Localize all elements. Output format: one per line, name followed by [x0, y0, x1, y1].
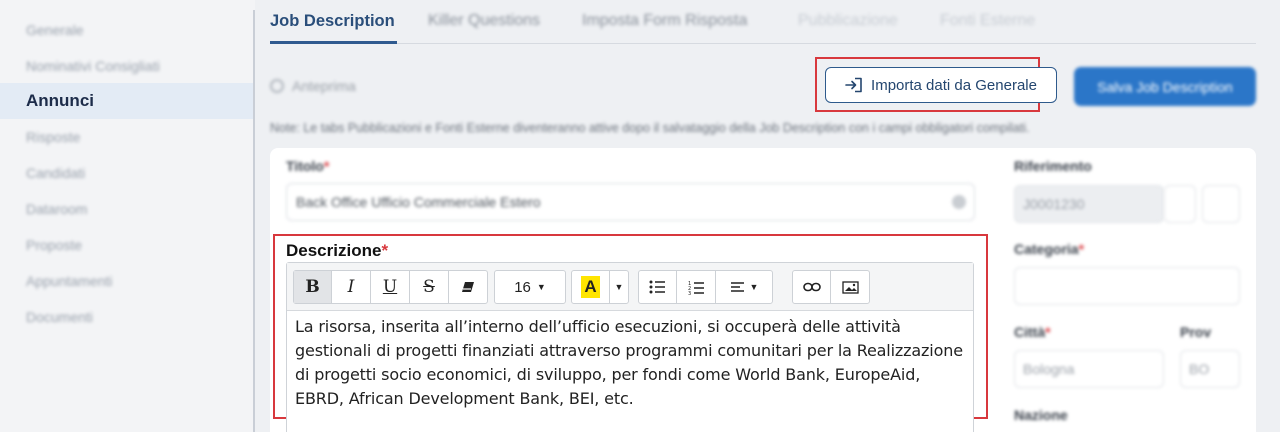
- import-button-label: Importa dati da Generale: [871, 76, 1037, 94]
- help-button[interactable]: [1202, 185, 1240, 223]
- tab-imposta-form-risposta[interactable]: Imposta Form Risposta: [582, 12, 747, 30]
- titolo-label: Titolo*: [286, 158, 330, 174]
- link-icon: [802, 282, 821, 292]
- descrizione-label: Descrizione*: [286, 241, 389, 260]
- titolo-value: Back Office Ufficio Commerciale Estero: [296, 194, 541, 210]
- active-tab-indicator: [270, 41, 397, 44]
- riferimento-label: Riferimento: [1014, 158, 1092, 174]
- rich-text-editor[interactable]: B I U S 16 ▼ A ▼ 123 ▼ La risorsa, inser…: [286, 262, 974, 432]
- import-from-generale-button[interactable]: Importa dati da Generale: [825, 67, 1057, 103]
- eye-icon: [270, 79, 284, 93]
- sidebar-item-documenti[interactable]: Documenti: [0, 299, 253, 335]
- riferimento-input[interactable]: J0001230: [1014, 185, 1164, 223]
- sidebar-item-annunci[interactable]: Annunci: [0, 83, 253, 119]
- font-size-value: 16: [514, 278, 531, 296]
- sidebar-item-dataroom[interactable]: Dataroom: [0, 191, 253, 227]
- sidebar-divider: [253, 10, 255, 432]
- info-button[interactable]: [1164, 185, 1196, 223]
- clear-format-button[interactable]: [449, 271, 487, 303]
- numbered-list-icon: 123: [688, 281, 704, 295]
- tab-pubblicazione: Pubblicazione: [798, 12, 898, 29]
- chevron-down-icon: ▼: [536, 282, 546, 292]
- tabs-activation-note: Note: Le tabs Pubblicazioni e Fonti Este…: [270, 121, 1030, 135]
- numbered-list-button[interactable]: 123: [677, 271, 716, 303]
- highlight-group: A ▼: [571, 270, 629, 304]
- citta-label: Città*: [1014, 324, 1051, 340]
- sidebar-item-appuntamenti[interactable]: Appuntamenti: [0, 263, 253, 299]
- highlight-color-button[interactable]: A: [572, 271, 610, 303]
- font-size-group: 16 ▼: [494, 270, 566, 304]
- save-job-description-button[interactable]: Salva Job Description: [1074, 67, 1256, 106]
- citta-select[interactable]: Bologna: [1014, 350, 1164, 388]
- bullet-list-icon: [649, 280, 665, 294]
- tab-job-description[interactable]: Job Description: [270, 12, 395, 31]
- italic-button[interactable]: I: [332, 271, 371, 303]
- insert-image-button[interactable]: [831, 271, 869, 303]
- editor-toolbar: B I U S 16 ▼ A ▼ 123 ▼: [287, 263, 973, 311]
- eraser-icon: [462, 282, 474, 292]
- tab-bar: [270, 0, 1256, 44]
- sidebar-item-proposte[interactable]: Proposte: [0, 227, 253, 263]
- tab-killer-questions[interactable]: Killer Questions: [428, 12, 540, 30]
- categoria-label: Categoria*: [1014, 241, 1085, 257]
- svg-text:3: 3: [688, 291, 691, 295]
- align-chevron-icon: ▼: [749, 282, 759, 292]
- font-size-select[interactable]: 16 ▼: [495, 271, 565, 303]
- sidebar-item-generale[interactable]: Generale: [0, 12, 253, 48]
- preview-label: Anteprima: [292, 78, 356, 94]
- highlight-color-dropdown[interactable]: ▼: [610, 271, 628, 303]
- sidebar-item-candidati[interactable]: Candidati: [0, 155, 253, 191]
- import-icon: [845, 77, 862, 93]
- strikethrough-button[interactable]: S: [410, 271, 449, 303]
- bold-button[interactable]: B: [294, 271, 332, 303]
- bullet-list-button[interactable]: [639, 271, 677, 303]
- categoria-select[interactable]: [1014, 267, 1240, 305]
- clear-icon[interactable]: [952, 195, 966, 209]
- align-select[interactable]: ▼: [716, 271, 772, 303]
- sidebar: Generale Nominativi Consigliati Annunci …: [0, 0, 255, 432]
- format-group: B I U S: [293, 270, 488, 304]
- image-icon: [841, 280, 859, 294]
- tab-fonti-esterne: Fonti Esterne: [940, 12, 1036, 29]
- highlight-icon: A: [581, 276, 600, 298]
- insert-group: [792, 270, 870, 304]
- list-group: 123 ▼: [638, 270, 773, 304]
- align-left-icon: [730, 282, 744, 292]
- underline-button[interactable]: U: [371, 271, 410, 303]
- prov-select[interactable]: BO: [1180, 350, 1240, 388]
- sidebar-item-nominativi-consigliati[interactable]: Nominativi Consigliati: [0, 48, 253, 84]
- titolo-input[interactable]: Back Office Ufficio Commerciale Estero: [286, 183, 975, 221]
- insert-link-button[interactable]: [793, 271, 831, 303]
- sidebar-item-risposte[interactable]: Risposte: [0, 119, 253, 155]
- preview-toggle[interactable]: Anteprima: [270, 76, 356, 96]
- nazione-label: Nazione: [1014, 407, 1068, 423]
- prov-label: Prov: [1180, 324, 1212, 340]
- description-text[interactable]: La risorsa, inserita all’interno dell’uf…: [295, 315, 965, 411]
